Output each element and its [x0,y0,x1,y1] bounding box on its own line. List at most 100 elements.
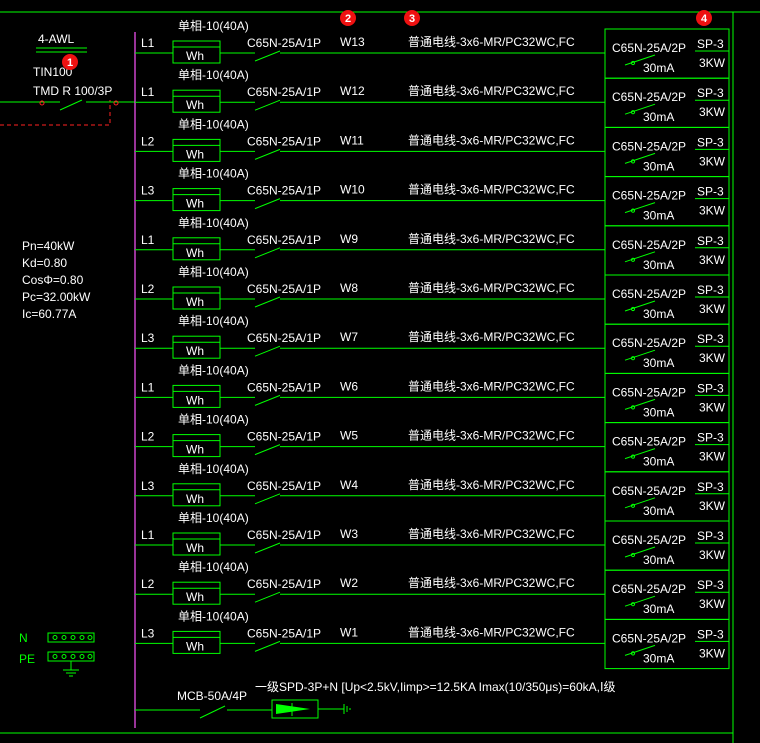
rcd-label: C65N-25A/2P [612,435,686,449]
phase-label: L2 [141,134,155,148]
circuit-id: W9 [340,232,358,246]
distribution-diagram: 4-AWL TIN100 TMD R 100/3P Pn=40kWKd=0.80… [0,10,760,743]
breaker-icon [254,247,281,259]
meter-label: Wh [186,443,204,457]
rcd-label: C65N-25A/2P [612,533,686,547]
rcd-ma: 30mA [643,455,674,469]
pe-bus-label: PE [19,652,35,666]
breaker-label: C65N-25A/1P [247,577,321,591]
circuit-id: W1 [340,625,358,639]
breaker-label: C65N-25A/1P [247,626,321,640]
breaker-icon [254,394,281,406]
power-label: 3KW [699,597,726,611]
socket-label: SP-3 [697,578,724,592]
load-param: Kd=0.80 [22,256,67,270]
load-parameters: Pn=40kW Kd=0.80 CosΦ=0.80 Pc=32.00kW Ic=60.7… [22,239,91,321]
cable-spec: 普通电线-3x6-MR/PC32WC,FC [408,183,575,197]
meter-spec: 单相-10(40A) [178,117,249,131]
spd-row: MCB-50A/4P 一级SPD-3P+N [Up<2.5kV,Iimp>=12… [135,680,616,719]
circuit-id: W3 [340,527,358,541]
rcd-ma: 30mA [643,504,674,518]
breaker-icon [254,50,281,62]
meter-spec: 单相-10(40A) [178,363,249,377]
circuit-id: W13 [340,35,365,49]
phase-label: L3 [141,479,155,493]
load-param: CosΦ=0.80 [22,273,84,287]
cable-spec: 普通电线-3x6-MR/PC32WC,FC [408,429,575,443]
cable-spec: 普通电线-3x6-MR/PC32WC,FC [408,133,575,147]
rcd-ma: 30mA [643,356,674,370]
circuit-id: W6 [340,379,358,393]
phase-label: L3 [141,331,155,345]
power-label: 3KW [699,646,726,660]
circuit-id: W8 [340,281,358,295]
meter-spec: 单相-10(40A) [178,167,249,181]
socket-label: SP-3 [697,86,724,100]
breaker-icon [254,493,281,505]
load-param: Pn=40kW [22,239,75,253]
circuit-id: W7 [340,330,358,344]
phase-label: L1 [141,233,155,247]
breaker-icon [254,542,281,554]
circuit-id: W4 [340,478,358,492]
power-label: 3KW [699,253,726,267]
power-label: 3KW [699,302,726,316]
cable-spec: 普通电线-3x6-MR/PC32WC,FC [408,84,575,98]
cable-spec: 普通电线-3x6-MR/PC32WC,FC [408,527,575,541]
breaker-label: C65N-25A/1P [247,233,321,247]
power-label: 3KW [699,204,726,218]
rcd-ma: 30mA [643,651,674,665]
rcd-label: C65N-25A/2P [612,631,686,645]
breaker-label: C65N-25A/1P [247,430,321,444]
breaker-icon [254,345,281,357]
n-terminal-bar [47,632,95,643]
rcd-ma: 30mA [643,553,674,567]
breaker-icon [254,296,281,308]
power-label: 3KW [699,450,726,464]
pe-terminal-bar [47,651,95,662]
breaker-label: C65N-25A/1P [247,36,321,50]
meter-spec: 单相-10(40A) [178,511,249,525]
socket-label: SP-3 [697,234,724,248]
meter-label: Wh [186,98,204,112]
meter-label: Wh [186,639,204,653]
phase-label: L2 [141,430,155,444]
meter-label: Wh [186,541,204,555]
breaker-icon [254,148,281,160]
socket-label: SP-3 [697,381,724,395]
load-param: Pc=32.00kW [22,290,91,304]
power-label: 3KW [699,154,726,168]
breaker-label: C65N-25A/1P [247,282,321,296]
circuit-list: L1 单相-10(40A) Wh C65N-25A/1P W13 普通电线-3x6-MR/… [135,19,730,670]
rcd-ma: 30mA [643,209,674,223]
rcd-label: C65N-25A/2P [612,139,686,153]
meter-spec: 单相-10(40A) [178,216,249,230]
marker-number: 3 [409,13,415,25]
breaker-label: C65N-25A/1P [247,380,321,394]
meter-label: Wh [186,197,204,211]
breaker-icon [254,640,281,652]
breaker-icon [254,99,281,111]
socket-label: SP-3 [697,431,724,445]
cable-spec: 普通电线-3x6-MR/PC32WC,FC [408,625,575,639]
socket-label: SP-3 [697,185,724,199]
circuit-id: W12 [340,84,365,98]
meter-label: Wh [186,590,204,604]
phase-label: L1 [141,85,155,99]
marker-number: 2 [345,13,351,25]
rcd-label: C65N-25A/2P [612,336,686,350]
panel-name: 4-AWL [38,32,75,46]
socket-label: SP-3 [697,529,724,543]
cable-spec: 普通电线-3x6-MR/PC32WC,FC [408,281,575,295]
power-label: 3KW [699,499,726,513]
power-label: 3KW [699,351,726,365]
power-label: 3KW [699,400,726,414]
meter-label: Wh [186,393,204,407]
meter-label: Wh [186,492,204,506]
breaker-label: C65N-25A/1P [247,331,321,345]
power-label: 3KW [699,105,726,119]
rcd-label: C65N-25A/2P [612,41,686,55]
rcd-ma: 30mA [643,110,674,124]
breaker-icon [254,591,281,603]
marker-number: 1 [67,57,73,69]
